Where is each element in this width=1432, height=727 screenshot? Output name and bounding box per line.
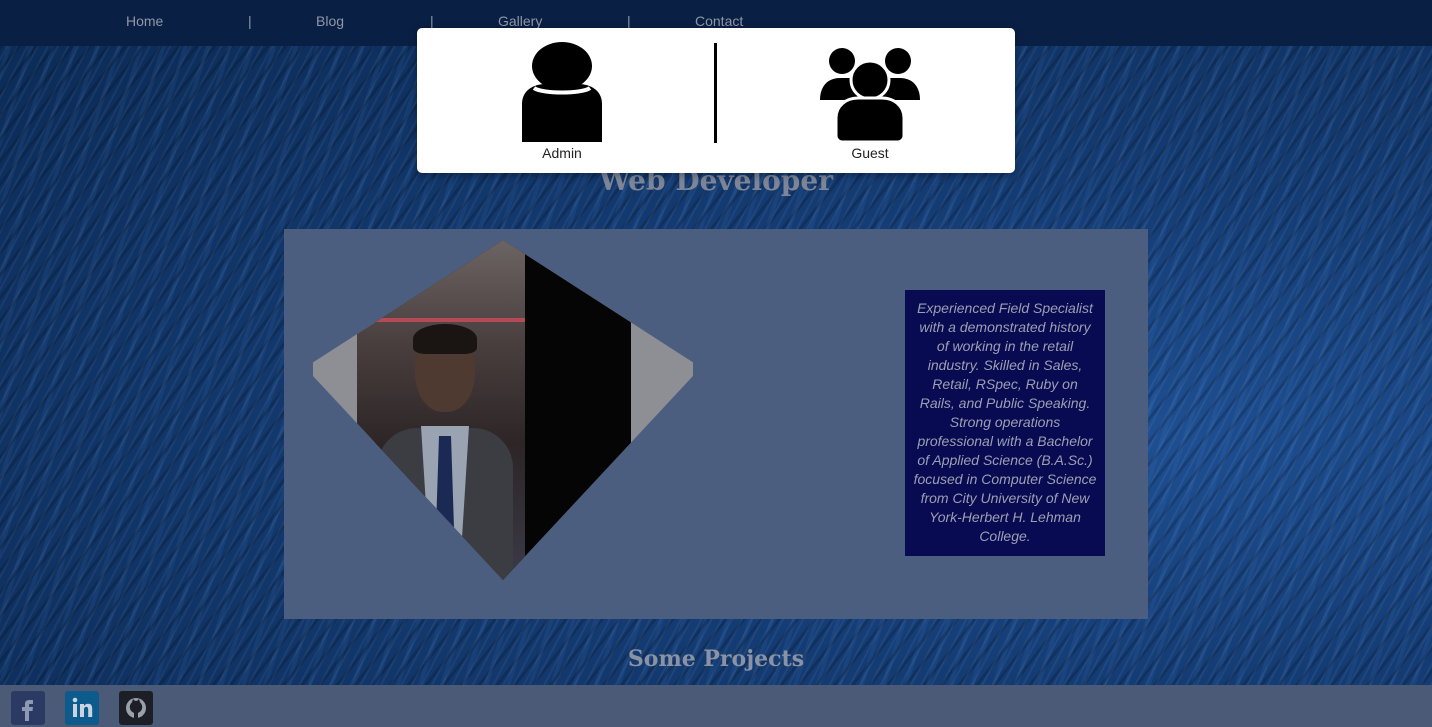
nav-separator: | xyxy=(627,13,631,29)
bio-text: Experienced Field Specialist with a demo… xyxy=(913,300,1097,544)
guest-icon xyxy=(820,48,920,144)
github-link[interactable] xyxy=(119,691,153,725)
profile-photo xyxy=(313,240,693,580)
bio-box: Experienced Field Specialist with a demo… xyxy=(905,290,1105,556)
linkedin-icon xyxy=(72,697,93,717)
footer xyxy=(0,685,1432,727)
admin-icon xyxy=(522,42,602,142)
nav-separator: | xyxy=(248,13,252,29)
facebook-link[interactable] xyxy=(11,691,45,725)
nav-separator: | xyxy=(430,13,434,29)
nav-contact-link[interactable]: Contact xyxy=(695,13,743,29)
nav-gallery-link[interactable]: Gallery xyxy=(498,13,542,29)
linkedin-link[interactable] xyxy=(65,691,99,725)
admin-label: Admin xyxy=(542,145,582,161)
guest-option[interactable]: Guest xyxy=(810,40,930,165)
github-icon xyxy=(126,698,146,718)
nav-home-link[interactable]: Home xyxy=(126,13,163,29)
modal-divider xyxy=(714,43,717,143)
projects-title: Some Projects xyxy=(627,646,805,672)
admin-option[interactable]: Admin xyxy=(502,40,622,165)
profile-card: Experienced Field Specialist with a demo… xyxy=(284,229,1148,619)
facebook-icon xyxy=(22,700,33,721)
guest-label: Guest xyxy=(851,145,889,161)
nav-blog-link[interactable]: Blog xyxy=(316,13,344,29)
login-role-modal: Admin Guest xyxy=(417,28,1015,173)
